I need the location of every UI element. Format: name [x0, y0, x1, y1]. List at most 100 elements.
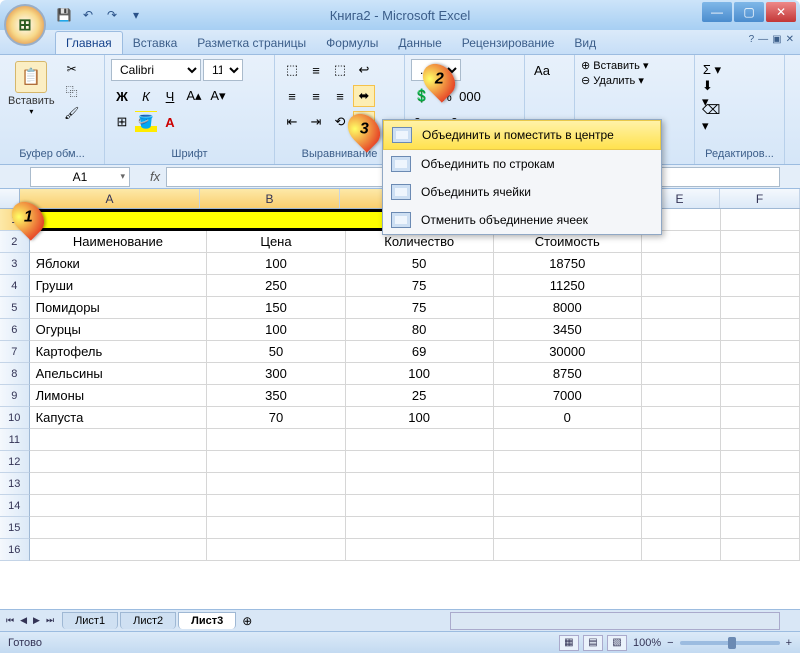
cell[interactable]: Картофель	[30, 341, 208, 363]
cell[interactable]: 80	[346, 319, 494, 341]
tab-page-layout[interactable]: Разметка страницы	[187, 32, 316, 54]
cell[interactable]	[642, 275, 721, 297]
redo-icon[interactable]: ↷	[103, 6, 121, 24]
clear-button[interactable]: ⌫ ▾	[701, 107, 723, 129]
column-header-F[interactable]: F	[720, 189, 800, 208]
cell[interactable]: 250	[207, 275, 345, 297]
tab-formulas[interactable]: Формулы	[316, 32, 388, 54]
cell[interactable]: 350	[207, 385, 345, 407]
cell[interactable]	[721, 319, 800, 341]
view-pagebreak-button[interactable]: ▧	[607, 635, 627, 651]
cell[interactable]	[721, 297, 800, 319]
cell[interactable]	[207, 429, 345, 451]
tab-review[interactable]: Рецензирование	[452, 32, 565, 54]
sheet-nav-first[interactable]: ⏮	[4, 615, 16, 626]
font-color-button[interactable]: A	[159, 111, 181, 133]
cell[interactable]	[207, 517, 345, 539]
view-layout-button[interactable]: ▤	[583, 635, 603, 651]
cell[interactable]: 18750	[494, 253, 642, 275]
cell[interactable]: 75	[346, 297, 494, 319]
grow-font-button[interactable]: A▴	[183, 85, 205, 107]
cell[interactable]	[721, 385, 800, 407]
column-header-B[interactable]: B	[200, 189, 340, 208]
cell[interactable]	[642, 517, 721, 539]
bold-button[interactable]: Ж	[111, 85, 133, 107]
cell[interactable]	[346, 451, 494, 473]
cell[interactable]: Наименование	[30, 231, 208, 253]
cell[interactable]	[642, 363, 721, 385]
cell[interactable]: 8750	[494, 363, 642, 385]
font-size-select[interactable]: 11	[203, 59, 243, 81]
zoom-level[interactable]: 100%	[633, 637, 661, 649]
comma-button[interactable]: 000	[459, 85, 481, 107]
cell[interactable]	[642, 407, 721, 429]
cell[interactable]	[30, 451, 208, 473]
save-icon[interactable]: 💾	[55, 6, 73, 24]
cell-styles-button[interactable]: Aa	[531, 59, 553, 81]
row-header-3[interactable]: 3	[0, 253, 30, 275]
sheet-tab-1[interactable]: Лист1	[62, 612, 118, 629]
cell[interactable]: Помидоры	[30, 297, 208, 319]
align-top-button[interactable]: ⬚	[281, 59, 303, 81]
border-button[interactable]: ⊞	[111, 111, 133, 133]
cell[interactable]	[721, 407, 800, 429]
cell[interactable]	[30, 473, 208, 495]
cell[interactable]	[721, 275, 800, 297]
tab-insert[interactable]: Вставка	[123, 32, 188, 54]
cell[interactable]: Капуста	[30, 407, 208, 429]
cell[interactable]	[30, 209, 208, 231]
unmerge-item[interactable]: Отменить объединение ячеек	[383, 206, 661, 234]
paste-button[interactable]: 📋 Вставить ▾	[6, 59, 57, 118]
tab-data[interactable]: Данные	[388, 32, 451, 54]
cell[interactable]	[721, 429, 800, 451]
cell[interactable]	[721, 517, 800, 539]
row-header-16[interactable]: 16	[0, 539, 30, 561]
merge-center-button[interactable]: ⬌	[353, 85, 375, 107]
cell[interactable]	[721, 495, 800, 517]
cell[interactable]: 75	[346, 275, 494, 297]
cell[interactable]: Цена	[207, 231, 345, 253]
cell[interactable]	[207, 451, 345, 473]
cell[interactable]	[721, 473, 800, 495]
column-header-A[interactable]: A	[20, 189, 200, 208]
merge-across-item[interactable]: Объединить по строкам	[383, 150, 661, 178]
view-normal-button[interactable]: ▦	[559, 635, 579, 651]
decrease-indent-button[interactable]: ⇤	[281, 111, 303, 133]
cell[interactable]	[207, 539, 345, 561]
cell[interactable]	[207, 209, 345, 231]
cell[interactable]	[642, 429, 721, 451]
underline-button[interactable]: Ч	[159, 85, 181, 107]
cut-icon[interactable]: ✂	[61, 59, 83, 79]
cell[interactable]	[30, 429, 208, 451]
cell[interactable]: 50	[207, 341, 345, 363]
cell[interactable]: 70	[207, 407, 345, 429]
align-middle-button[interactable]: ≡	[305, 59, 327, 81]
cell[interactable]: Груши	[30, 275, 208, 297]
cell[interactable]	[494, 539, 642, 561]
cell[interactable]	[642, 297, 721, 319]
zoom-slider[interactable]	[680, 641, 780, 645]
cell[interactable]	[346, 539, 494, 561]
cell[interactable]	[642, 341, 721, 363]
cell[interactable]	[642, 473, 721, 495]
cell[interactable]: 0	[494, 407, 642, 429]
cell[interactable]	[721, 539, 800, 561]
increase-indent-button[interactable]: ⇥	[305, 111, 327, 133]
cell[interactable]: 100	[346, 363, 494, 385]
cell[interactable]: 100	[346, 407, 494, 429]
cell[interactable]: 150	[207, 297, 345, 319]
cell[interactable]	[346, 517, 494, 539]
cell[interactable]	[642, 319, 721, 341]
cell[interactable]: 25	[346, 385, 494, 407]
row-header-12[interactable]: 12	[0, 451, 30, 473]
align-center-button[interactable]: ≡	[305, 85, 327, 107]
row-header-8[interactable]: 8	[0, 363, 30, 385]
fx-icon[interactable]: fx	[150, 169, 160, 184]
cell[interactable]: 30000	[494, 341, 642, 363]
row-header-5[interactable]: 5	[0, 297, 30, 319]
horizontal-scrollbar[interactable]	[450, 612, 780, 630]
cell[interactable]	[30, 495, 208, 517]
sheet-nav-next[interactable]: ▶	[31, 615, 42, 626]
cell[interactable]	[207, 495, 345, 517]
row-header-14[interactable]: 14	[0, 495, 30, 517]
